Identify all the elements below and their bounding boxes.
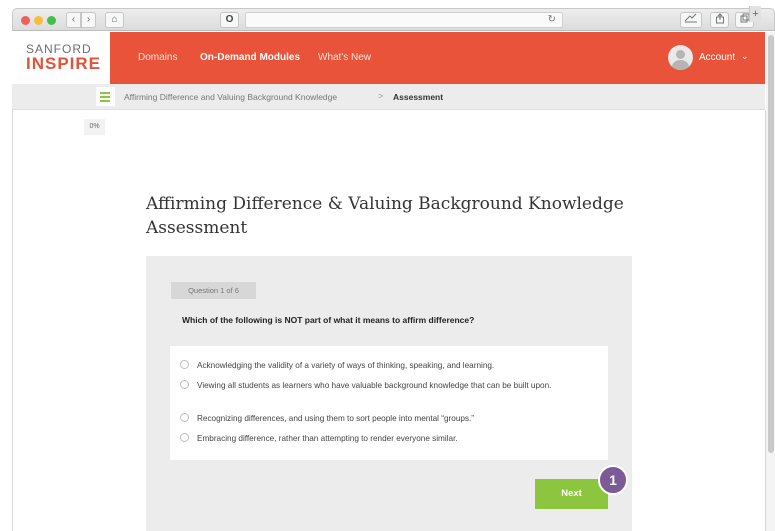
list-icon[interactable] — [96, 87, 115, 106]
stop-button[interactable]: O — [220, 12, 239, 28]
answer-option-4[interactable]: Embracing difference, rather than attemp… — [180, 432, 600, 445]
close-window-icon[interactable] — [21, 16, 30, 25]
answer-option-label: Viewing all students as learners who hav… — [197, 381, 552, 390]
chevron-down-icon[interactable]: ⌄ — [741, 51, 749, 62]
account-menu[interactable]: Account — [699, 52, 735, 63]
radio-button[interactable] — [180, 360, 189, 369]
new-tab-button[interactable]: + — [749, 6, 761, 22]
answer-options: Acknowledging the validity of a variety … — [170, 346, 608, 460]
back-button[interactable]: ‹ — [66, 12, 81, 28]
logo-bottom-text: INSPIRE — [26, 54, 102, 73]
site-header: SANFORD INSPIRE Domains On-Demand Module… — [12, 32, 765, 84]
answer-option-label: Recognizing differences, and using them … — [197, 414, 475, 423]
annotate-icon[interactable] — [680, 12, 702, 28]
nav-domains[interactable]: Domains — [138, 52, 177, 63]
question-card: Question 1 of 6 Which of the following i… — [146, 256, 632, 531]
answer-option-1[interactable]: Acknowledging the validity of a variety … — [180, 359, 600, 372]
avatar[interactable] — [668, 45, 693, 70]
radio-button[interactable] — [180, 433, 189, 442]
address-bar[interactable]: ↻ — [245, 12, 563, 28]
question-text: Which of the following is NOT part of wh… — [182, 315, 475, 325]
share-icon[interactable] — [710, 12, 729, 28]
radio-button[interactable] — [180, 380, 189, 389]
step-number-badge: 1 — [598, 465, 628, 495]
progress-indicator: 0% — [84, 119, 105, 135]
answer-option-label: Acknowledging the validity of a variety … — [197, 361, 495, 370]
sanford-inspire-logo[interactable]: SANFORD INSPIRE — [12, 32, 110, 84]
answer-option-2[interactable]: Viewing all students as learners who hav… — [180, 379, 600, 392]
zoom-window-icon[interactable] — [47, 16, 56, 25]
home-button[interactable]: ⌂ — [105, 12, 124, 28]
forward-button[interactable]: › — [81, 12, 96, 28]
question-counter: Question 1 of 6 — [171, 282, 256, 299]
browser-toolbar: ‹ › ⌂ O ↻ — [12, 8, 775, 31]
next-button[interactable]: Next — [535, 479, 608, 509]
radio-button[interactable] — [180, 413, 189, 422]
page-title: Affirming Difference & Valuing Backgroun… — [146, 194, 624, 238]
avatar-body-icon — [672, 60, 689, 70]
breadcrumb-separator-icon: > — [378, 91, 384, 101]
reload-icon[interactable]: ↻ — [548, 14, 556, 25]
scrollbar-thumb[interactable] — [768, 35, 774, 453]
answer-option-3[interactable]: Recognizing differences, and using them … — [180, 412, 600, 425]
nav-on-demand-modules[interactable]: On-Demand Modules — [200, 52, 300, 63]
avatar-head-icon — [676, 50, 685, 59]
window-edge — [12, 110, 13, 531]
breadcrumb-module-link[interactable]: Affirming Difference and Valuing Backgro… — [124, 92, 337, 102]
answer-option-label: Embracing difference, rather than attemp… — [197, 434, 458, 443]
minimize-window-icon[interactable] — [34, 16, 43, 25]
main-nav-bar: Domains On-Demand Modules What's New Acc… — [110, 32, 765, 84]
nav-whats-new[interactable]: What's New — [318, 52, 371, 63]
breadcrumb-current: Assessment — [393, 92, 444, 102]
breadcrumb: Affirming Difference and Valuing Backgro… — [12, 84, 765, 110]
